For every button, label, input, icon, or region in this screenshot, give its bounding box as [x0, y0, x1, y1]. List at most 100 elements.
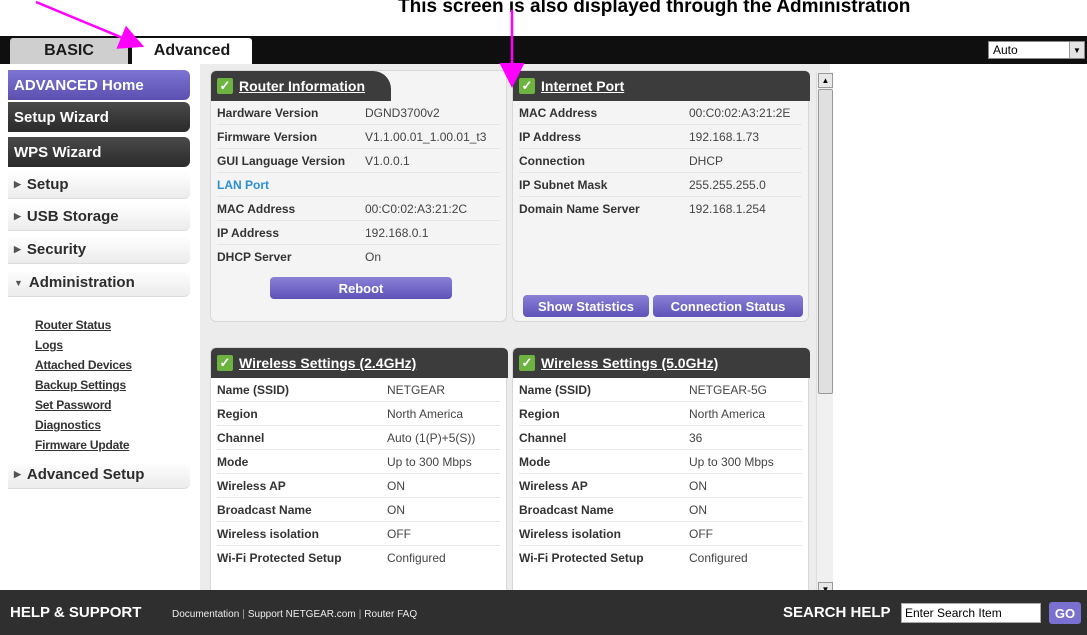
row-label: Broadcast Name: [519, 502, 614, 517]
sidebar-item-label: Advanced Setup: [26, 466, 145, 483]
row-value: ON: [387, 478, 405, 493]
go-button[interactable]: GO: [1049, 602, 1081, 624]
router-information-title[interactable]: Router Information: [239, 78, 365, 94]
row-label: Mode: [217, 454, 249, 469]
row-value: 00:C0:02:A3:21:2E: [689, 105, 791, 120]
row-value: North America: [387, 406, 464, 421]
row-label: IP Address: [217, 225, 280, 240]
row-label: Region: [519, 406, 560, 421]
row-value: OFF: [689, 526, 713, 541]
footer-link-router-faq[interactable]: Router FAQ: [364, 609, 417, 620]
reboot-button[interactable]: Reboot: [270, 277, 452, 299]
wireless-24ghz-panel: ✓ Wireless Settings (2.4GHz) Name (SSID)…: [210, 347, 508, 590]
wireless-24ghz-title[interactable]: Wireless Settings (2.4GHz): [239, 355, 416, 371]
sidebar-item-wps-wizard[interactable]: WPS Wizard: [8, 137, 190, 167]
search-input[interactable]: Enter Search Item: [901, 603, 1041, 623]
table-row: Name (SSID) NETGEAR-5G: [519, 378, 802, 402]
row-label: Name (SSID): [519, 382, 592, 397]
help-support-title: HELP & SUPPORT: [10, 604, 142, 621]
sidebar-item-label: Security: [26, 241, 87, 258]
row-value: Configured: [387, 551, 446, 565]
sidebar: ADVANCED Home Setup Wizard WPS Wizard ▶ …: [0, 64, 200, 590]
sidebar-item-label: Administration: [28, 274, 135, 291]
table-row: IP Address 192.168.0.1: [217, 221, 500, 245]
footer-link-support[interactable]: Support NETGEAR.com: [248, 609, 356, 620]
submenu-diagnostics[interactable]: Diagnostics: [35, 415, 132, 435]
vertical-scrollbar[interactable]: ▲ ▼: [816, 72, 833, 597]
row-label: Firmware Version: [217, 129, 318, 144]
row-value: 255.255.255.0: [689, 177, 766, 192]
row-value: 192.168.0.1: [365, 225, 429, 240]
scroll-up-icon[interactable]: ▲: [818, 73, 833, 88]
submenu-backup-settings[interactable]: Backup Settings: [35, 375, 132, 395]
lan-port-section: LAN Port: [217, 173, 500, 197]
sidebar-item-advanced-home[interactable]: ADVANCED Home: [8, 70, 190, 100]
row-value: DGND3700v2: [365, 105, 440, 120]
table-row: Hardware Version DGND3700v2: [217, 101, 500, 125]
administration-submenu: Router Status Logs Attached Devices Back…: [35, 315, 132, 455]
router-information-table: Hardware Version DGND3700v2 Firmware Vers…: [211, 101, 506, 269]
lan-port-label: LAN Port: [217, 177, 269, 192]
language-select[interactable]: Auto ▼: [988, 41, 1085, 59]
tab-basic[interactable]: BASIC: [10, 38, 128, 64]
table-row: Mode Up to 300 Mbps: [519, 450, 802, 474]
internet-port-title[interactable]: Internet Port: [541, 78, 624, 94]
table-row: GUI Language Version V1.0.0.1: [217, 149, 500, 173]
row-label: DHCP Server: [217, 250, 292, 264]
row-value: Auto (1(P)+5(S)): [387, 430, 476, 445]
check-icon: ✓: [519, 78, 535, 94]
chevron-down-icon[interactable]: ▼: [1069, 42, 1084, 58]
sidebar-item-administration[interactable]: ▼ Administration: [8, 269, 190, 297]
wireless-5ghz-panel: ✓ Wireless Settings (5.0GHz) Name (SSID)…: [512, 347, 810, 590]
row-label: Channel: [519, 430, 567, 445]
row-value: 192.168.1.254: [689, 202, 766, 216]
row-value: Up to 300 Mbps: [689, 454, 774, 469]
row-label: Wireless AP: [217, 478, 286, 493]
sidebar-item-setup[interactable]: ▶ Setup: [8, 171, 190, 199]
row-label: Region: [217, 406, 258, 421]
row-value: ON: [689, 502, 707, 517]
internet-port-header: ✓ Internet Port: [513, 71, 810, 101]
table-row: Region North America: [519, 402, 802, 426]
row-value: On: [365, 250, 382, 264]
row-label: Broadcast Name: [217, 502, 312, 517]
tab-advanced[interactable]: Advanced: [132, 38, 252, 64]
table-row: Wireless AP ON: [519, 474, 802, 498]
table-row: IP Subnet Mask 255.255.255.0: [519, 173, 802, 197]
internet-port-panel: ✓ Internet Port MAC Address 00:C0:02:A3:2…: [512, 70, 810, 322]
row-label: Mode: [519, 454, 551, 469]
caret-right-icon: ▶: [14, 469, 21, 479]
table-row: Channel 36: [519, 426, 802, 450]
show-statistics-button[interactable]: Show Statistics: [523, 295, 649, 317]
caret-right-icon: ▶: [14, 211, 21, 221]
row-value: ON: [387, 502, 405, 517]
row-value: V1.0.0.1: [365, 153, 410, 168]
check-icon: ✓: [519, 355, 535, 371]
sidebar-item-advanced-setup[interactable]: ▶ Advanced Setup: [8, 461, 190, 489]
sidebar-item-usb-storage[interactable]: ▶ USB Storage: [8, 203, 190, 231]
row-value: NETGEAR-5G: [689, 382, 768, 397]
connection-status-button[interactable]: Connection Status: [653, 295, 803, 317]
table-row: Name (SSID) NETGEAR: [217, 378, 500, 402]
internet-port-table: MAC Address 00:C0:02:A3:21:2E IP Address 1…: [513, 101, 808, 221]
caret-right-icon: ▶: [14, 244, 21, 254]
annotation-caption: This screen is also displayed through th…: [398, 0, 911, 17]
table-row: Domain Name Server 192.168.1.254: [519, 197, 802, 221]
row-label: IP Subnet Mask: [519, 177, 608, 192]
caret-down-icon: ▼: [14, 277, 23, 288]
footer-link-documentation[interactable]: Documentation: [172, 609, 239, 620]
row-value: 00:C0:02:A3:21:2C: [365, 201, 468, 216]
wireless-5ghz-table: Name (SSID) NETGEAR-5G Region North Americ…: [513, 378, 808, 570]
submenu-logs[interactable]: Logs: [35, 335, 132, 355]
sidebar-item-security[interactable]: ▶ Security: [8, 236, 190, 264]
sidebar-item-setup-wizard[interactable]: Setup Wizard: [8, 102, 190, 132]
submenu-firmware-update[interactable]: Firmware Update: [35, 435, 132, 455]
submenu-router-status[interactable]: Router Status: [35, 315, 132, 335]
submenu-attached-devices[interactable]: Attached Devices: [35, 355, 132, 375]
submenu-set-password[interactable]: Set Password: [35, 395, 132, 415]
wireless-5ghz-title[interactable]: Wireless Settings (5.0GHz): [541, 355, 718, 371]
table-row: Wireless AP ON: [217, 474, 500, 498]
dashboard-area: ✓ Router Information Hardware Version DGN…: [200, 64, 830, 590]
table-row: Firmware Version V1.1.00.01_1.00.01_t3: [217, 125, 500, 149]
scrollbar-thumb[interactable]: [818, 89, 833, 394]
